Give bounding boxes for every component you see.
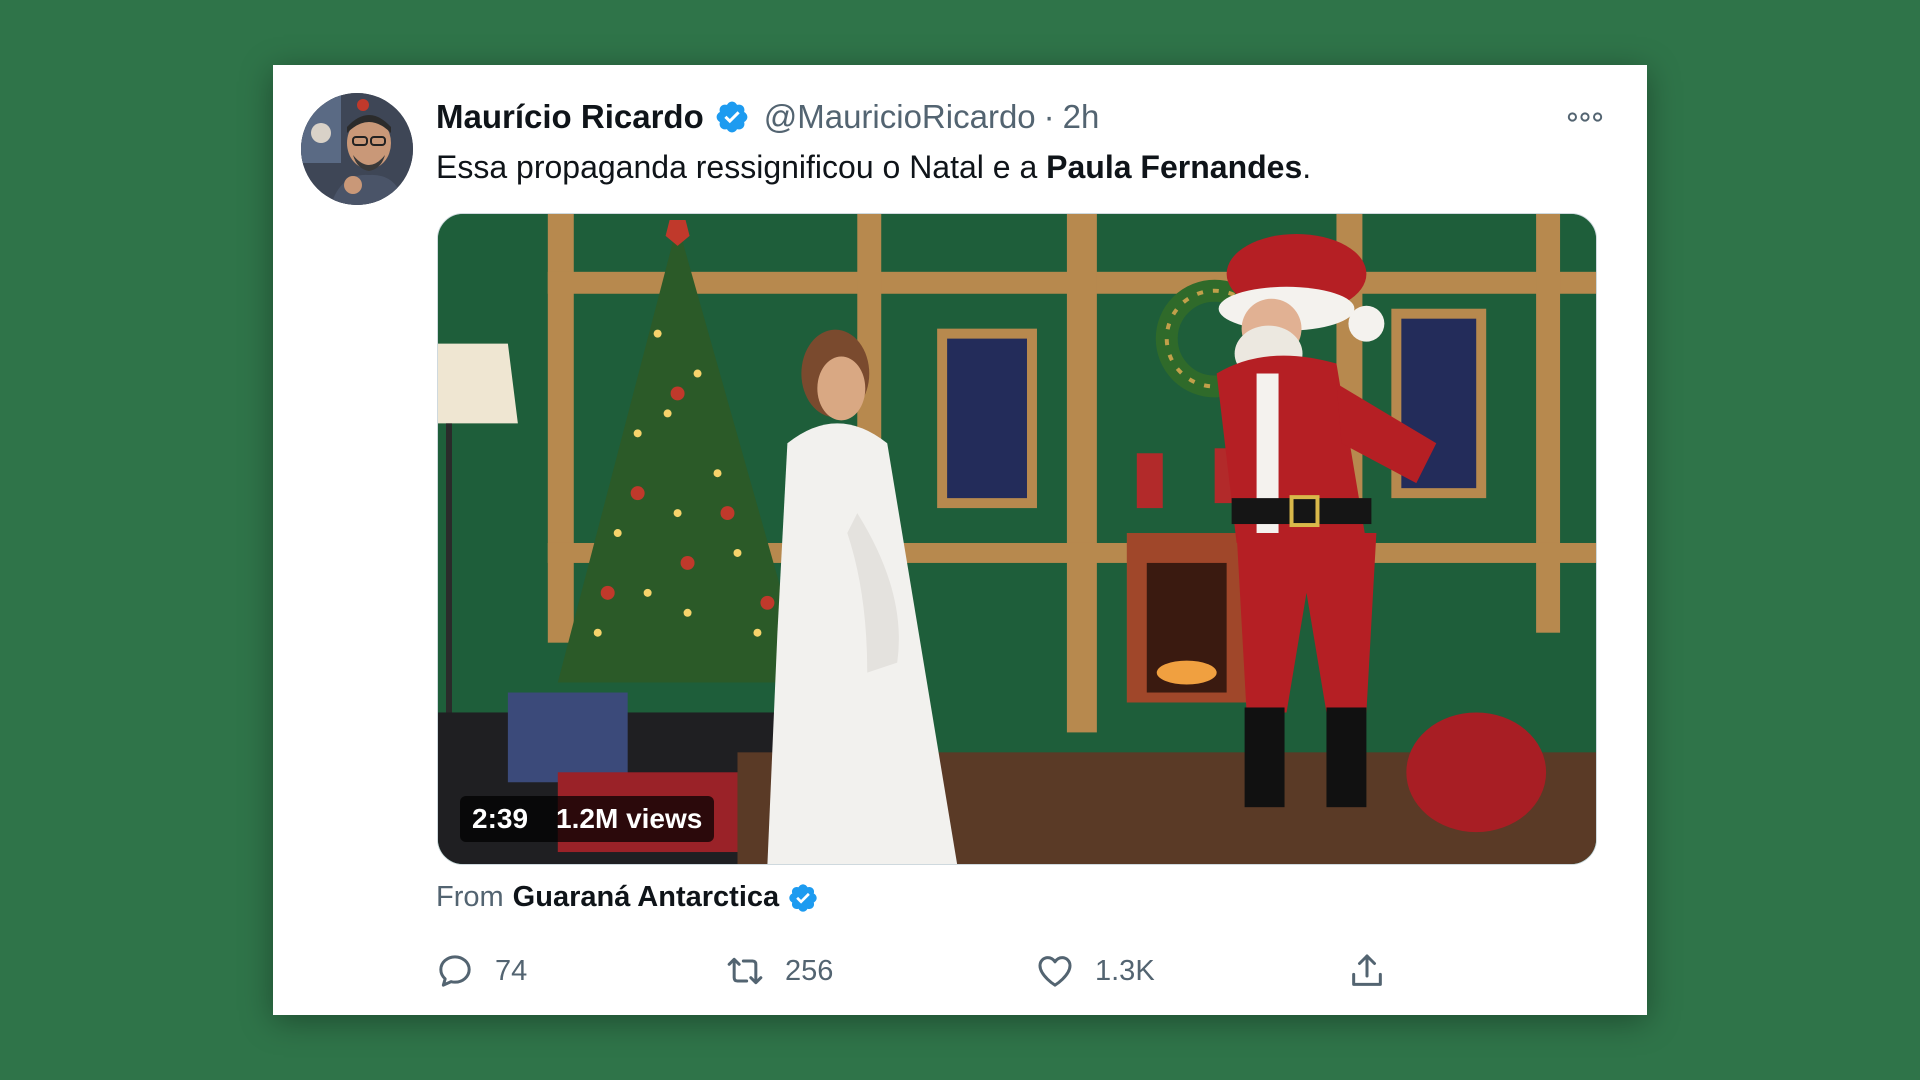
- tweet-actions: 74 256 1.3K: [435, 943, 1435, 999]
- verified-badge-icon: [714, 99, 750, 135]
- source-prefix: From: [436, 881, 504, 913]
- video-thumbnail: [438, 214, 1596, 864]
- like-button[interactable]: 1.3K: [1035, 943, 1155, 999]
- retweet-button[interactable]: 256: [725, 943, 833, 999]
- video-player[interactable]: 2:39 1.2M views: [437, 213, 1597, 865]
- share-button[interactable]: [1347, 943, 1407, 999]
- video-duration: 2:39: [472, 803, 529, 834]
- verified-badge-icon: [787, 882, 819, 914]
- tweet-text-start: Essa propaganda ressignificou o Natal e …: [436, 149, 1047, 185]
- author-handle[interactable]: @MauricioRicardo: [764, 98, 1036, 136]
- source-account-link[interactable]: Guaraná Antarctica: [513, 881, 779, 914]
- like-count: 1.3K: [1095, 954, 1155, 987]
- video-info-badge: 2:39 1.2M views: [460, 796, 715, 842]
- separator-dot: ·: [1043, 98, 1055, 135]
- tweet-card[interactable]: Maurício Ricardo @MauricioRicardo · 2h E…: [273, 65, 1647, 1015]
- tweet-text-end: .: [1302, 149, 1312, 185]
- tweet-header: Maurício Ricardo @MauricioRicardo · 2h: [436, 95, 1607, 139]
- more-options-button[interactable]: [1563, 95, 1607, 139]
- video-views: 1.2M views: [556, 803, 703, 834]
- retweet-icon: [727, 957, 763, 985]
- tweet-timestamp[interactable]: 2h: [1063, 98, 1100, 136]
- more-options-icon: [1567, 112, 1603, 122]
- like-icon: [1038, 956, 1072, 987]
- video-source: From Guaraná Antarctica: [436, 881, 833, 914]
- reply-icon: [439, 955, 471, 987]
- share-icon: [1352, 954, 1382, 986]
- retweet-count: 256: [785, 954, 834, 987]
- reply-button[interactable]: 74: [435, 943, 527, 999]
- author-display-name[interactable]: Maurício Ricardo: [436, 98, 704, 136]
- avatar[interactable]: [301, 93, 413, 205]
- tweet-text: Essa propaganda ressignificou o Natal e …: [436, 147, 1607, 189]
- tweet-text-bold: Paula Fernandes: [1046, 149, 1303, 185]
- reply-count: 74: [495, 954, 528, 987]
